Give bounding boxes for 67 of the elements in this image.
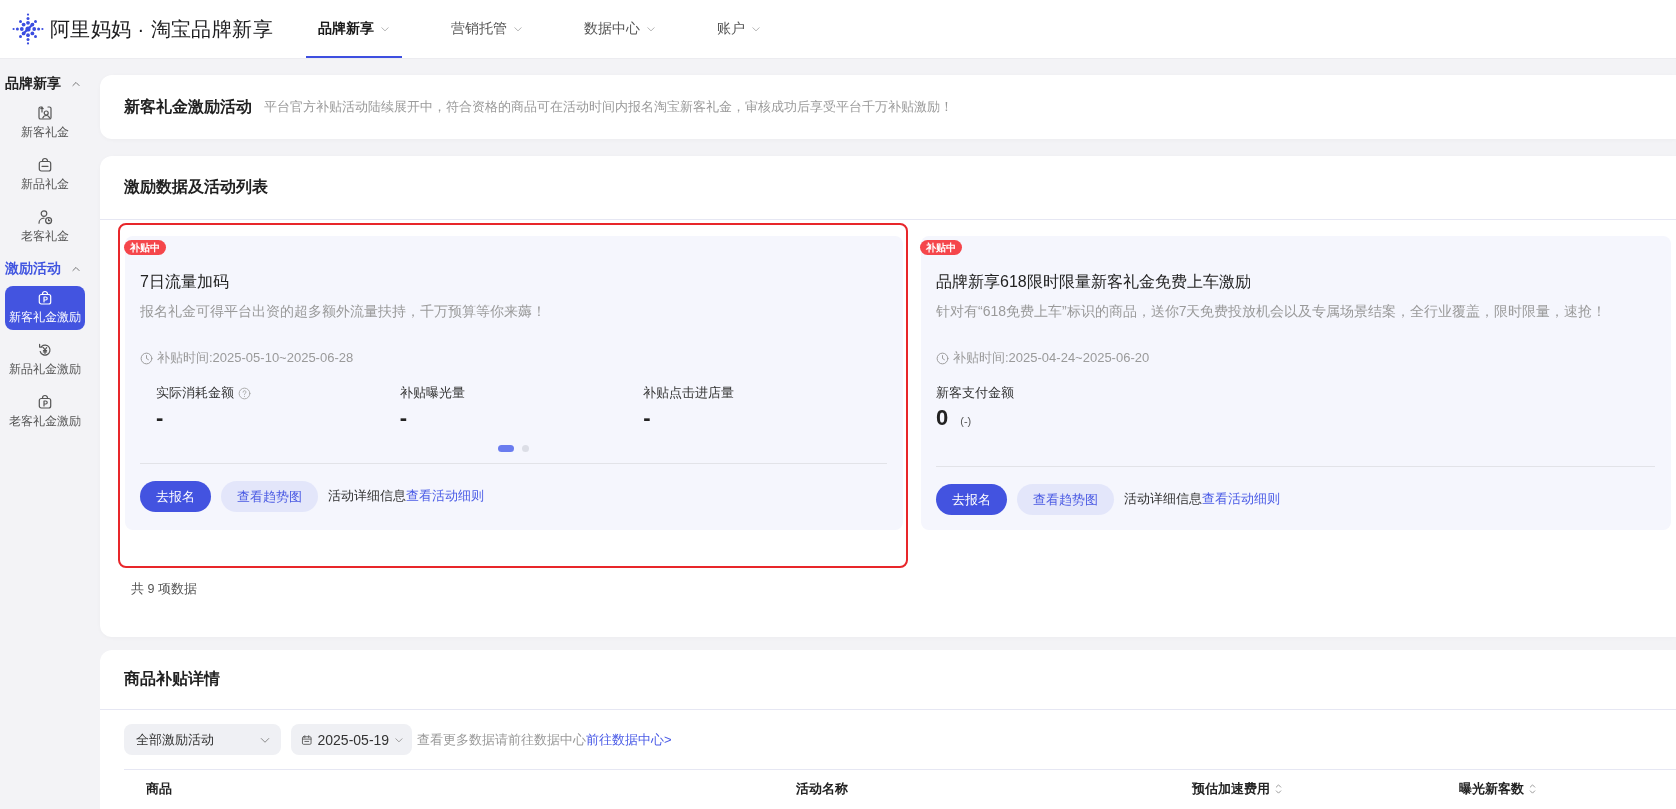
activity-select[interactable]: 全部激励活动 (124, 724, 281, 755)
sidebar-item[interactable]: 新品礼金 (5, 153, 85, 197)
person-frame-icon (37, 105, 53, 121)
shopping-bag-icon (37, 290, 53, 306)
pager-dot[interactable] (522, 444, 529, 452)
brand-name: 阿里妈妈 · 淘宝品牌新享 (50, 16, 273, 42)
help-icon[interactable] (238, 386, 251, 400)
subsidy-period: 补贴时间:2025-05-10~2025-06-28 (157, 349, 354, 367)
sidebar-item[interactable]: 老客礼金激励 (5, 390, 85, 434)
sidebar-item[interactable]: 新品礼金激励 (5, 338, 85, 382)
sidebar-item[interactable]: 新客礼金 (5, 101, 85, 145)
shopping-bag-icon (37, 157, 53, 173)
activity-description: 报名礼金可得平台出资的超多额外流量扶持，千万预算等你来薅！ (140, 302, 547, 321)
metric-value: - (643, 405, 651, 431)
detail-label: 活动详细信息 (328, 489, 406, 503)
page-description: 平台官方补贴活动陆续展开中，符合资格的商品可在活动时间内报名淘宝新客礼金，审核成功后享受平台千万补贴激励！ (264, 98, 953, 116)
section-title: 商品补贴详情 (124, 669, 220, 689)
metric-value: - (156, 405, 164, 431)
metric-label: 补贴点击进店量 (643, 384, 735, 402)
shopping-bag-icon (37, 394, 53, 410)
activity-title: 品牌新享618限时限量新客礼金免费上车激励 (936, 272, 1252, 292)
chevron-down-icon (751, 24, 761, 34)
sidebar-item[interactable]: 新客礼金激励 (5, 286, 85, 330)
column-header: 商品 (146, 780, 172, 798)
logo-icon (12, 13, 44, 45)
clock-icon (140, 351, 153, 365)
rules-link[interactable]: 查看活动细则 (1202, 492, 1280, 506)
column-header[interactable]: 曝光新客数 (1459, 780, 1537, 798)
activity-title: 7日流量加码 (140, 272, 230, 292)
user-clock-icon (37, 209, 53, 225)
date-picker[interactable]: 2025-05-19 (291, 724, 412, 755)
rules-link[interactable]: 查看活动细则 (406, 489, 484, 503)
chevron-down-icon (513, 24, 523, 34)
column-header: 活动名称 (796, 780, 848, 798)
chevron-down-icon (646, 24, 656, 34)
metric-label: 补贴曝光量 (399, 384, 465, 402)
clock-icon (936, 351, 949, 365)
activity-description: 针对有“618免费上车”标识的商品，送你7天免费投放机会以及专属场景结案，全行业覆盖，限时限量，速抢！ (936, 302, 1608, 321)
status-badge: 补贴中 (124, 240, 166, 255)
nav-tab[interactable]: 营销托管 (439, 0, 535, 58)
metric-value: 0 (936, 405, 949, 431)
calendar-icon (301, 732, 313, 747)
metric-label: 实际消耗金额 (156, 384, 234, 402)
nav-tab[interactable]: 账户 (705, 0, 773, 58)
signup-button[interactable]: 去报名 (140, 481, 211, 512)
total-count: 共 9 项数据 (131, 582, 197, 596)
metric-label: 新客支付金额 (936, 384, 1014, 402)
data-center-hint: 查看更多数据请前往数据中心 (417, 730, 586, 749)
detail-label: 活动详细信息 (1124, 492, 1202, 506)
column-header[interactable]: 预估加速费用 (1192, 780, 1283, 798)
section-title: 激励数据及活动列表 (124, 177, 268, 197)
currency-refresh-icon (37, 342, 53, 358)
sidebar-item[interactable]: 老客礼金 (5, 205, 85, 249)
chevron-down-icon (380, 24, 390, 34)
data-center-link[interactable]: 前往数据中心> (586, 730, 672, 749)
metric-change: (-) (960, 414, 972, 429)
subsidy-period: 补贴时间:2025-04-24~2025-06-20 (953, 349, 1150, 367)
nav-tab[interactable]: 品牌新享 (306, 0, 402, 58)
sidebar-section-header[interactable]: 品牌新享 (0, 74, 90, 94)
trend-button[interactable]: 查看趋势图 (1017, 484, 1114, 515)
status-badge: 补贴中 (920, 240, 962, 255)
signup-button[interactable]: 去报名 (936, 484, 1007, 515)
nav-tab[interactable]: 数据中心 (572, 0, 668, 58)
trend-button[interactable]: 查看趋势图 (221, 481, 318, 512)
metric-value: - (399, 405, 407, 431)
sidebar-section-header[interactable]: 激励活动 (0, 259, 90, 279)
page-title: 新客礼金激励活动 (124, 96, 252, 117)
